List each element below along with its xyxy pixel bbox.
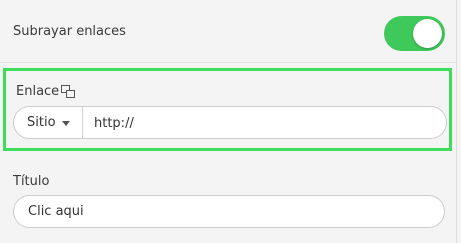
- link-input-group: Sitio: [13, 106, 447, 139]
- link-label: Enlace: [16, 84, 60, 99]
- underline-links-row: Subrayar enlaces: [0, 0, 456, 63]
- underline-links-label: Subrayar enlaces: [13, 24, 126, 39]
- link-field-group: Enlace Sitio: [3, 68, 452, 151]
- link-target-select[interactable]: Sitio: [14, 107, 83, 138]
- link-settings-panel: Subrayar enlaces Enlace Sitio Título: [0, 0, 457, 243]
- title-input[interactable]: [13, 195, 445, 228]
- title-label: Título: [13, 174, 50, 189]
- copy-link-icon[interactable]: [61, 85, 75, 98]
- underline-links-toggle[interactable]: [384, 16, 445, 51]
- caret-down-icon: [62, 121, 70, 126]
- toggle-knob: [413, 19, 442, 48]
- url-input[interactable]: [94, 113, 434, 133]
- link-target-selected: Sitio: [27, 115, 56, 130]
